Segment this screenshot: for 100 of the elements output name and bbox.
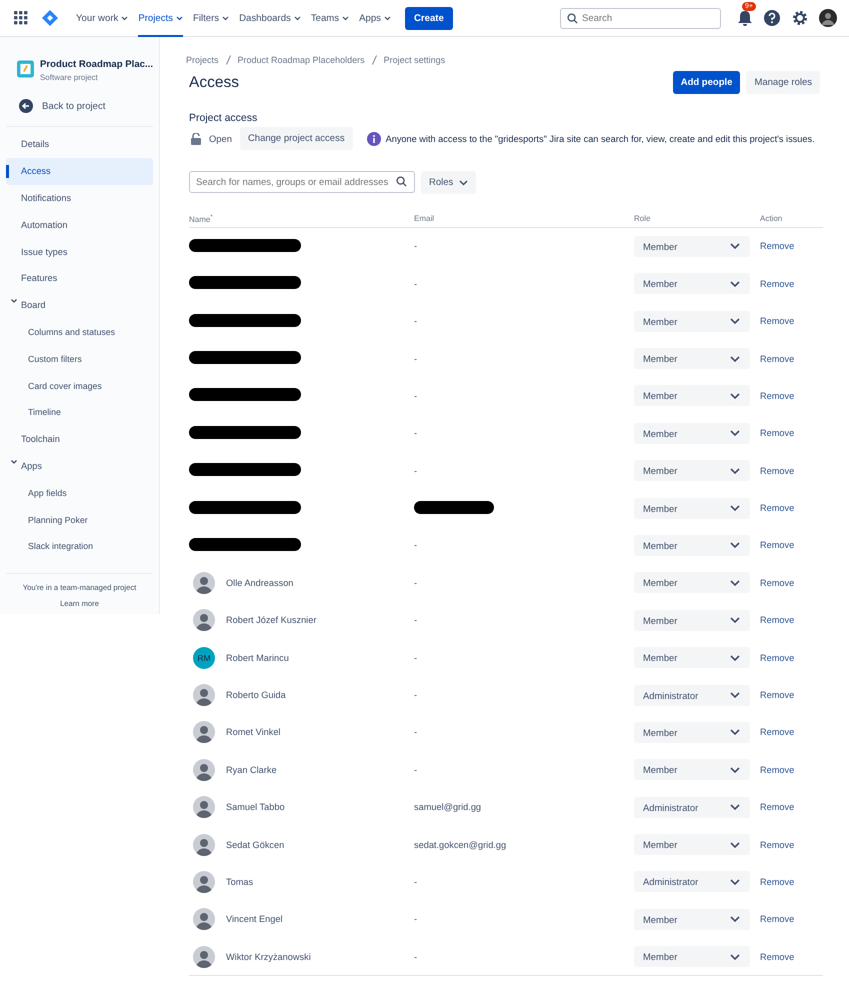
role-dropdown[interactable]: Member <box>634 610 750 631</box>
role-dropdown[interactable]: Member <box>634 759 750 780</box>
create-button[interactable]: Create <box>404 6 453 30</box>
sidebar-item[interactable]: Board <box>6 292 153 319</box>
role-dropdown[interactable]: Administrator <box>634 684 750 706</box>
page-title: Access <box>189 74 240 92</box>
app-switcher-icon[interactable] <box>14 11 28 25</box>
breadcrumb-link[interactable]: Projects <box>186 55 219 65</box>
remove-link[interactable]: Remove <box>760 316 794 326</box>
roles-dropdown[interactable]: Roles <box>421 171 476 194</box>
role-dropdown[interactable]: Administrator <box>634 871 750 892</box>
avatar <box>193 870 215 893</box>
role-dropdown[interactable]: Member <box>634 310 750 332</box>
remove-link[interactable]: Remove <box>760 876 794 887</box>
role-dropdown[interactable]: Member <box>634 348 750 370</box>
remove-link[interactable]: Remove <box>760 428 794 438</box>
bell-icon[interactable] <box>737 9 753 27</box>
sidebar-item[interactable]: Card cover images <box>6 372 153 399</box>
breadcrumb-separator-icon <box>226 55 231 65</box>
remove-link[interactable]: Remove <box>760 241 794 252</box>
breadcrumb-link[interactable]: Project settings <box>384 55 446 65</box>
help-icon[interactable] <box>763 9 781 27</box>
role-dropdown[interactable]: Member <box>634 834 750 856</box>
chevron-down-icon <box>730 318 740 324</box>
search-field[interactable]: Search <box>560 8 721 28</box>
remove-link[interactable]: Remove <box>760 278 794 289</box>
remove-link[interactable]: Remove <box>760 466 794 476</box>
column-header[interactable]: Name$^{*}$ <box>189 214 213 224</box>
member-name: Olle Andreasson <box>226 578 294 588</box>
change-access-button[interactable]: Change project access <box>240 127 353 150</box>
avatar <box>193 946 215 968</box>
nav-tab[interactable]: Dashboards <box>239 0 301 36</box>
remove-link[interactable]: Remove <box>760 840 794 850</box>
sidebar-item[interactable]: Details <box>6 131 153 158</box>
sidebar-item[interactable]: Toolchain <box>6 426 153 453</box>
role-dropdown[interactable]: Member <box>634 273 750 294</box>
role-dropdown[interactable]: Member <box>634 946 750 968</box>
role-dropdown[interactable]: Member <box>634 498 750 519</box>
column-header[interactable]: Action <box>760 214 782 224</box>
nav-tab[interactable]: Your work <box>76 0 128 36</box>
member-email: - <box>414 354 418 364</box>
role-dropdown[interactable]: Member <box>634 236 750 257</box>
role-dropdown[interactable]: Member <box>634 647 750 668</box>
chevron-down-icon <box>730 392 740 399</box>
add-people-button[interactable]: Add people <box>672 71 740 94</box>
member-name: Vincent Engel <box>226 914 283 924</box>
sidebar-item[interactable]: Custom filters <box>6 345 153 372</box>
member-email: - <box>414 690 418 700</box>
remove-link[interactable]: Remove <box>760 764 794 775</box>
sidebar-item[interactable]: Issue types <box>6 238 153 265</box>
chevron-down-icon <box>730 916 740 922</box>
nav-tab[interactable]: Apps <box>359 0 391 36</box>
member-search-field[interactable]: Search for names, groups or email addresses <box>189 171 415 193</box>
role-dropdown[interactable]: Administrator <box>634 796 750 818</box>
nav-tab[interactable]: Filters <box>192 0 230 36</box>
breadcrumb-link[interactable]: Product Roadmap Placeholders <box>238 55 365 65</box>
project-type: Software project <box>40 73 99 82</box>
chevron-down-icon <box>459 180 468 186</box>
sidebar-item[interactable]: Planning Poker <box>6 506 153 533</box>
remove-link[interactable]: Remove <box>760 690 794 700</box>
member-email: sedat.gokcen@grid.gg <box>414 840 506 850</box>
sidebar-item[interactable]: Timeline <box>6 398 153 426</box>
remove-link[interactable]: Remove <box>760 727 794 738</box>
role-dropdown[interactable]: Member <box>634 422 750 444</box>
column-header[interactable]: Email <box>414 214 434 224</box>
remove-link[interactable]: Remove <box>760 354 794 364</box>
sidebar-item[interactable]: Slack integration <box>6 532 153 560</box>
sidebar-item[interactable]: Columns and statuses <box>6 318 153 346</box>
remove-link[interactable]: Remove <box>760 952 794 962</box>
role-dropdown[interactable]: Member <box>634 385 750 406</box>
remove-link[interactable]: Remove <box>760 914 794 924</box>
remove-link[interactable]: Remove <box>760 802 794 812</box>
settings-icon[interactable] <box>791 9 809 27</box>
logo-icon[interactable] <box>42 10 58 26</box>
project-name: Product Roadmap Plac... <box>40 59 153 70</box>
column-header[interactable]: Role <box>634 214 650 224</box>
member-name: Wiktor Krzyżanowski <box>226 952 311 962</box>
sidebar-item[interactable]: Notifications <box>6 184 153 212</box>
remove-link[interactable]: Remove <box>760 390 794 401</box>
role-dropdown[interactable]: Member <box>634 572 750 594</box>
remove-link[interactable]: Remove <box>760 578 794 588</box>
role-dropdown[interactable]: Member <box>634 460 750 482</box>
member-email: - <box>414 914 418 924</box>
user-avatar[interactable] <box>819 9 837 27</box>
remove-link[interactable]: Remove <box>760 540 794 550</box>
back-link[interactable]: Back to project <box>6 82 153 113</box>
sidebar-item[interactable]: Features <box>6 264 153 292</box>
remove-link[interactable]: Remove <box>760 652 794 663</box>
sidebar-item[interactable]: Access <box>6 158 153 185</box>
sidebar-item[interactable]: Automation <box>6 211 153 238</box>
sidebar-item[interactable]: Apps <box>6 452 153 480</box>
role-dropdown[interactable]: Member <box>634 908 750 930</box>
remove-link[interactable]: Remove <box>760 503 794 514</box>
nav-tab[interactable]: Teams <box>310 0 350 36</box>
role-dropdown[interactable]: Member <box>634 722 750 743</box>
role-dropdown[interactable]: Member <box>634 534 750 556</box>
remove-link[interactable]: Remove <box>760 615 794 626</box>
sidebar-item[interactable]: App fields <box>6 479 153 506</box>
manage-roles-button[interactable]: Manage roles <box>746 71 820 94</box>
chevron-down-icon <box>730 430 740 436</box>
